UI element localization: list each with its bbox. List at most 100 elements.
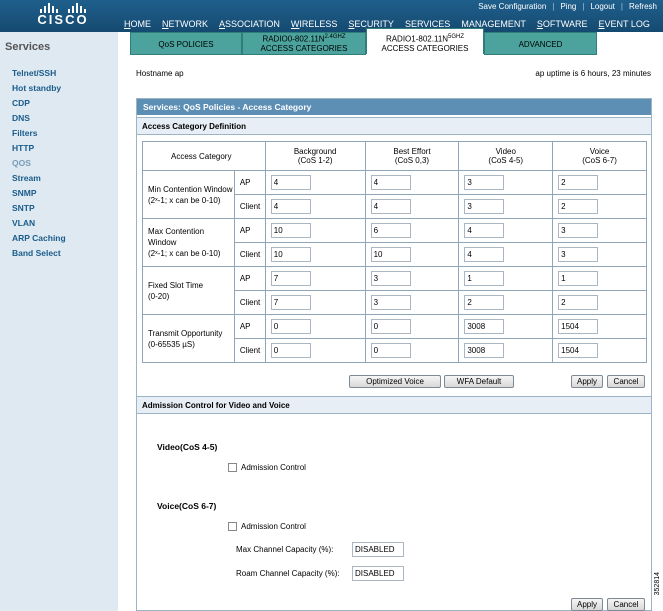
apply-button-bottom[interactable]: Apply [571,598,603,611]
ping-link[interactable]: Ping [560,2,576,11]
slot-ap-best-effort-input[interactable] [370,271,411,286]
table-row: Max Contention Window (2ˣ-1; x can be 0-1… [142,218,647,267]
row-label-fixed-slot-time: Fixed Slot Time (0-20) [142,266,235,315]
top-links: Save Configuration | Ping | Logout | Refres… [478,2,657,11]
txop-ap-background-input[interactable] [270,319,311,334]
voice-admission-checkbox[interactable] [228,522,237,531]
sidebar-item-snmp[interactable]: SNMP [12,186,66,201]
tab-radio1-access-categories[interactable]: RADIO1-802.11N5GHZ ACCESS CATEGORIES [366,28,484,54]
cancel-button-bottom[interactable]: Cancel [607,598,645,611]
voice-admission-label: Admission Control [241,522,306,531]
sidebar-item-hot-standby[interactable]: Hot standby [12,81,66,96]
table-row: Min Contention Window (2ˣ-1; x can be 0-1… [142,170,647,219]
row-label-max-cw: Max Contention Window (2ˣ-1; x can be 0-1… [142,218,235,267]
video-admission-label: Admission Control [241,463,306,472]
menu-home[interactable]: HOME [124,19,151,29]
tab-qos-policies[interactable]: QoS POLICIES [130,32,242,55]
max-cw-ap-best-effort-input[interactable] [370,223,411,238]
txop-client-voice-input[interactable] [558,343,599,358]
sidebar-item-sntp[interactable]: SNTP [12,201,66,216]
menu-event-log[interactable]: EVENT LOG [599,19,650,29]
txop-client-background-input[interactable] [270,343,311,358]
sidebar-title: Services [5,41,51,53]
panel-title: Services: QoS Policies - Access Category [137,99,651,115]
hostname-value: ap [174,69,184,78]
txop-client-video-input[interactable] [464,343,505,358]
min-cw-ap-background-input[interactable] [270,175,311,190]
sidebar-item-arp-caching[interactable]: ARP Caching [12,231,66,246]
header-access-category: Access Category [142,141,266,171]
min-cw-client-background-input[interactable] [270,199,311,214]
max-cw-client-voice-input[interactable] [558,247,599,262]
slot-ap-video-input[interactable] [464,271,505,286]
header-background: Background (CoS 1-2) [264,141,366,171]
refresh-link[interactable]: Refresh [629,2,657,11]
min-cw-client-video-input[interactable] [464,199,505,214]
slot-client-best-effort-input[interactable] [370,295,411,310]
access-category-table: Access Category Background (CoS 1-2) Best… [142,141,647,363]
ap-label: AP [233,266,266,291]
sidebar-item-band-select[interactable]: Band Select [12,246,66,261]
section-admission-control: Admission Control for Video and Voice [137,396,651,414]
slot-client-voice-input[interactable] [558,295,599,310]
slot-ap-background-input[interactable] [270,271,311,286]
menu-network[interactable]: NETWORK [162,19,208,29]
max-cw-client-video-input[interactable] [464,247,505,262]
menu-wireless[interactable]: WIRELESS [291,19,338,29]
header-video: Video (CoS 4-5) [458,141,554,171]
max-cw-ap-voice-input[interactable] [558,223,599,238]
max-cw-client-background-input[interactable] [270,247,311,262]
sidebar-item-cdp[interactable]: CDP [12,96,66,111]
section-access-category-definition: Access Category Definition [137,117,651,135]
apply-button[interactable]: Apply [571,375,603,388]
sidebar-item-stream[interactable]: Stream [12,171,66,186]
wfa-default-button[interactable]: WFA Default [444,375,514,388]
top-bar: CISCO Save Configuration | Ping | Logout | … [0,0,663,32]
slot-client-video-input[interactable] [464,295,505,310]
figure-number: 352814 [654,572,661,596]
sidebar-item-telnet-ssh[interactable]: Telnet/SSH [12,66,66,81]
menu-software[interactable]: SOFTWARE [537,19,588,29]
cisco-logo: CISCO [20,3,106,29]
qos-access-category-panel: Services: QoS Policies - Access Category… [136,98,652,611]
menu-association[interactable]: ASSOCIATION [219,19,280,29]
max-channel-capacity-field[interactable]: DISABLED [352,542,404,557]
sidebar-item-qos[interactable]: QOS [12,156,66,171]
max-cw-ap-video-input[interactable] [464,223,505,238]
txop-client-best-effort-input[interactable] [370,343,411,358]
txop-ap-voice-input[interactable] [558,319,599,334]
ap-label: AP [233,314,266,339]
max-channel-capacity-label: Max Channel Capacity (%): [236,545,334,554]
min-cw-ap-best-effort-input[interactable] [370,175,411,190]
cancel-button[interactable]: Cancel [607,375,645,388]
min-cw-ap-voice-input[interactable] [558,175,599,190]
max-cw-ap-background-input[interactable] [270,223,311,238]
client-label: Client [233,338,266,363]
txop-ap-video-input[interactable] [464,319,505,334]
tab-bar: QoS POLICIES RADIO0-802.11N2.4GHZ ACCESS… [118,28,663,56]
sidebar-item-filters[interactable]: Filters [12,126,66,141]
client-label: Client [233,194,266,219]
tab-advanced[interactable]: ADVANCED [484,32,597,55]
client-label: Client [233,242,266,267]
hostname-line: Hostname ap [136,69,184,78]
roam-channel-capacity-field[interactable]: DISABLED [352,566,404,581]
sidebar-item-dns[interactable]: DNS [12,111,66,126]
slot-client-background-input[interactable] [270,295,311,310]
slot-ap-voice-input[interactable] [558,271,599,286]
sidebar-item-http[interactable]: HTTP [12,141,66,156]
roam-channel-capacity-label: Roam Channel Capacity (%): [236,569,340,578]
min-cw-ap-video-input[interactable] [464,175,505,190]
min-cw-client-voice-input[interactable] [558,199,599,214]
optimized-voice-button[interactable]: Optimized Voice [349,375,441,388]
min-cw-client-best-effort-input[interactable] [370,199,411,214]
table-header-row: Access Category Background (CoS 1-2) Best… [142,141,647,171]
logout-link[interactable]: Logout [590,2,614,11]
video-admission-checkbox[interactable] [228,463,237,472]
sidebar-item-vlan[interactable]: VLAN [12,216,66,231]
max-cw-client-best-effort-input[interactable] [370,247,411,262]
tab-radio0-access-categories[interactable]: RADIO0-802.11N2.4GHZ ACCESS CATEGORIES [242,32,366,55]
txop-ap-best-effort-input[interactable] [370,319,411,334]
save-configuration-link[interactable]: Save Configuration [478,2,546,11]
sidebar: Services Telnet/SSH Hot standby CDP DNS … [0,32,118,611]
